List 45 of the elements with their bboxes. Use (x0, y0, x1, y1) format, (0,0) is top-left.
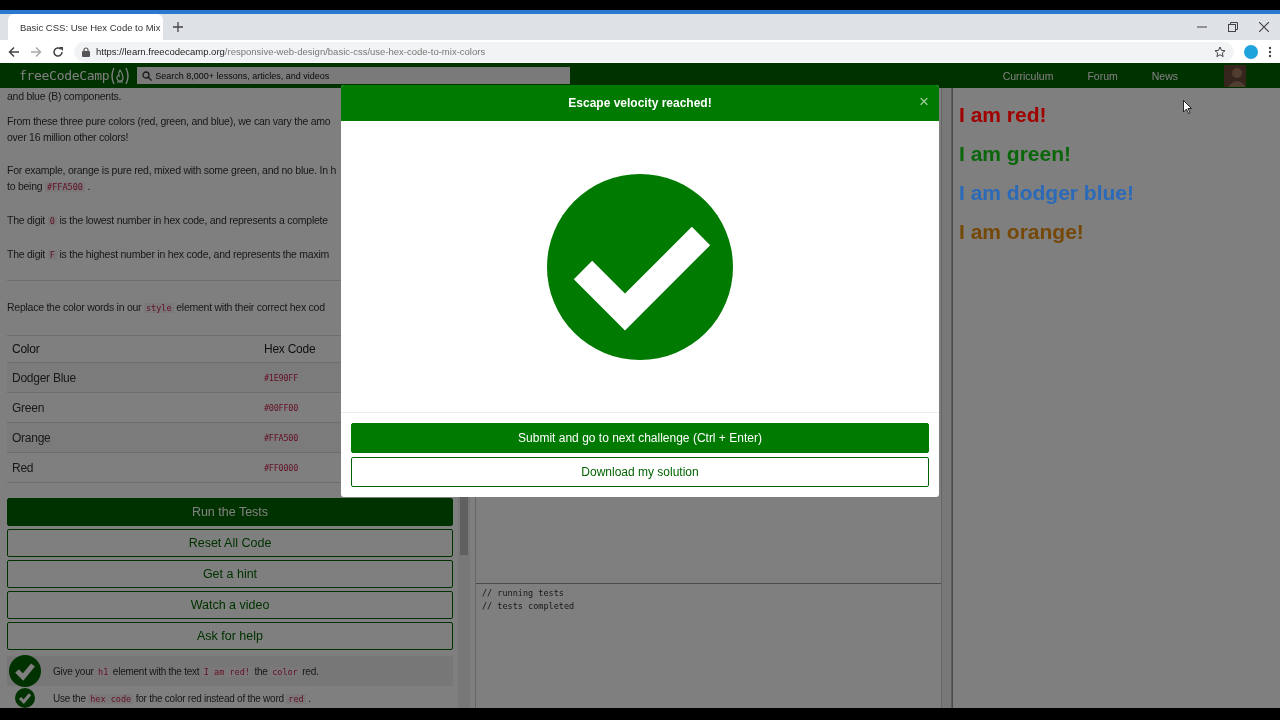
back-icon[interactable] (8, 45, 20, 58)
star-icon[interactable] (1214, 45, 1226, 58)
preview-heading: I am dodger blue! (959, 180, 1134, 206)
lesson-paragraph: and blue (B) components. (7, 89, 123, 104)
console-line: // tests completed (482, 599, 576, 612)
new-tab-icon[interactable] (173, 22, 183, 32)
check-circle-icon (547, 173, 733, 360)
reload-icon[interactable] (52, 45, 64, 58)
test-description: Use the hex code for the color red instead of the word red . (53, 692, 311, 704)
profile-icon[interactable] (1244, 44, 1258, 59)
flame-icon (110, 66, 131, 85)
column-header: Color (7, 335, 259, 363)
lesson-paragraph: From these three pure colors (red, green, and blue), we can vary the amo over 16 million other colors! (7, 114, 332, 145)
dialog-title: Escape velocity reached! (568, 96, 712, 110)
table-cell: Red (7, 452, 259, 483)
console-line: // running tests (482, 587, 565, 600)
action-button[interactable]: Ask for help (7, 622, 453, 650)
close-button[interactable]: × (917, 93, 931, 111)
menu-icon[interactable] (1268, 45, 1272, 58)
table-cell: Green (7, 392, 259, 423)
preview-heading: I am orange! (959, 219, 1084, 245)
search-field[interactable]: Search 8,000+ lessons, articles, and videos (137, 67, 571, 84)
nav-link[interactable]: Forum (1087, 69, 1118, 82)
logo-text[interactable]: freeCodeCamp (19, 68, 110, 83)
dialog-button[interactable]: Submit and go to next challenge (Ctrl + Enter) (351, 423, 929, 453)
scrollbar[interactable] (941, 88, 952, 708)
browser-tab[interactable]: Basic CSS: Use Hex Code to Mix (8, 14, 163, 40)
cursor-icon (1183, 100, 1192, 114)
close-icon[interactable] (1259, 22, 1269, 32)
action-button[interactable]: Watch a video (7, 591, 453, 619)
table-cell: Dodger Blue (7, 362, 259, 393)
lock-icon (82, 46, 90, 57)
action-button[interactable]: Get a hint (7, 560, 453, 588)
restore-icon[interactable] (1228, 22, 1238, 32)
preview-heading: I am green! (959, 141, 1072, 167)
preview-heading: I am red! (959, 102, 1047, 128)
nav-link[interactable]: News (1151, 69, 1178, 82)
search-icon (142, 71, 153, 81)
table-cell: Orange (7, 422, 259, 453)
action-button[interactable]: Run the Tests (7, 498, 453, 526)
nav-link[interactable]: Curriculum (1002, 69, 1054, 82)
dialog-button[interactable]: Download my solution (351, 457, 929, 487)
address-field[interactable]: https://learn.freecodecamp.org/responsive-web-design/basic-css/use-hex-code-to-mix-colors (74, 41, 1234, 62)
action-button[interactable]: Reset All Code (7, 529, 453, 557)
test-description: Give your h1 element with the text I am red! the color red. (53, 665, 319, 677)
